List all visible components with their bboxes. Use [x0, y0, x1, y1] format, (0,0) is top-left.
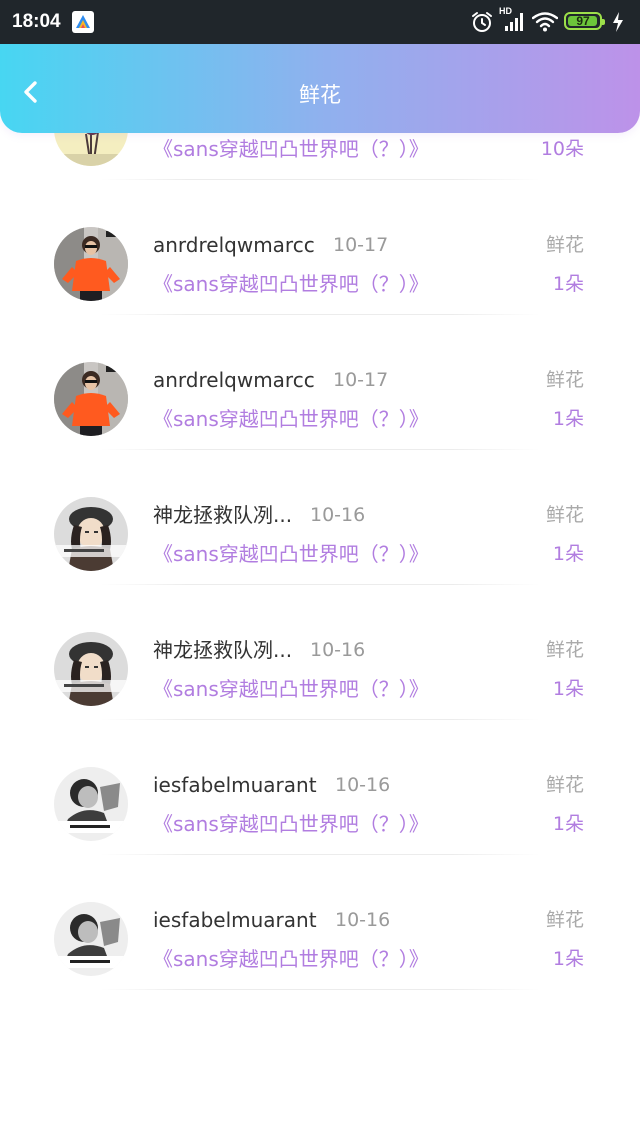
book-title-link[interactable]: 《sans穿越凹凸世界吧（？）》 [153, 811, 429, 837]
gift-date: 10-17 [333, 369, 389, 391]
book-title-link[interactable]: 《sans穿越凹凸世界吧（？）》 [153, 541, 429, 567]
gift-date: 10-16 [310, 504, 366, 526]
user-name[interactable]: anrdrelqwmarcc [153, 232, 315, 258]
gift-type-label: 鲜花 [545, 369, 584, 391]
gift-date: 10-16 [335, 774, 391, 796]
avatar[interactable] [54, 362, 128, 436]
gift-count: 10朵 [540, 138, 584, 160]
user-name[interactable]: iesfabelmuarant [153, 907, 317, 933]
avatar[interactable] [54, 767, 128, 841]
avatar[interactable] [54, 902, 128, 976]
user-name[interactable]: 神龙拯救队冽... [153, 637, 292, 663]
list-item[interactable]: 神龙拯救队冽... 10-16 《sans穿越凹凸世界吧（？）》 鲜花 1朵 [0, 585, 640, 720]
wifi-icon [532, 12, 558, 32]
book-title-link[interactable]: 《sans穿越凹凸世界吧（？）》 [153, 676, 429, 702]
gift-date: 10-16 [310, 639, 366, 661]
row-divider [100, 989, 540, 990]
gift-count: 1朵 [552, 543, 584, 565]
avatar[interactable] [54, 497, 128, 571]
gift-type-label: 鲜花 [545, 504, 584, 526]
gift-type-label: 鲜花 [545, 774, 584, 796]
charging-icon [613, 12, 623, 32]
hd-signal-icon: HD [499, 6, 527, 38]
gift-count: 1朵 [552, 273, 584, 295]
list-item[interactable]: iesfabelmuarant 10-16 《sans穿越凹凸世界吧（？）》 鲜花 1朵 [0, 720, 640, 855]
user-name[interactable]: anrdrelqwmarcc [153, 367, 315, 393]
battery-tip [602, 19, 605, 25]
gift-record-list[interactable]: 《sans穿越凹凸世界吧（？）》10朵峻吴珊卓10-19《sans穿越凹凸世界吧… [0, 0, 640, 1138]
battery-level: 97 [576, 14, 590, 28]
user-name[interactable]: 神龙拯救队冽... [153, 502, 292, 528]
app-notification-icon [72, 11, 94, 33]
book-title-link[interactable]: 《sans穿越凹凸世界吧（？）》 [153, 946, 429, 972]
gift-type-label: 鲜花 [545, 234, 584, 256]
status-time: 18:04 [12, 11, 61, 32]
battery-icon: 97 [564, 12, 605, 30]
gift-date: 10-16 [335, 909, 391, 931]
network-label: HD [499, 6, 512, 16]
header-bar: 鲜花 [0, 44, 640, 133]
list-item[interactable]: anrdrelqwmarcc 10-17 《sans穿越凹凸世界吧（？）》 鲜花 1朵 [0, 315, 640, 450]
list-item[interactable]: anrdrelqwmarcc 10-17 《sans穿越凹凸世界吧（？）》 鲜花 1朵 [0, 180, 640, 315]
gift-count: 1朵 [552, 678, 584, 700]
list-item[interactable]: 神龙拯救队冽... 10-16 《sans穿越凹凸世界吧（？）》 鲜花 1朵 [0, 450, 640, 585]
avatar[interactable] [54, 632, 128, 706]
book-title-link[interactable]: 《sans穿越凹凸世界吧（？）》 [153, 271, 429, 297]
gift-type-label: 鲜花 [545, 639, 584, 661]
user-name[interactable]: iesfabelmuarant [153, 772, 317, 798]
page-title: 鲜花 [299, 83, 341, 107]
gift-count: 1朵 [552, 948, 584, 970]
book-title-link[interactable]: 《sans穿越凹凸世界吧（？）》 [153, 406, 429, 432]
gift-count: 1朵 [552, 408, 584, 430]
list-item[interactable]: iesfabelmuarant 10-16 《sans穿越凹凸世界吧（？）》 鲜花 1朵 [0, 855, 640, 990]
book-title-link[interactable]: 《sans穿越凹凸世界吧（？）》 [153, 136, 429, 162]
gift-count: 1朵 [552, 813, 584, 835]
avatar[interactable] [54, 227, 128, 301]
status-bar: 18:04 HD 97 [0, 0, 640, 44]
gift-date: 10-17 [333, 234, 389, 256]
alarm-icon [472, 12, 492, 32]
gift-type-label: 鲜花 [545, 909, 584, 931]
